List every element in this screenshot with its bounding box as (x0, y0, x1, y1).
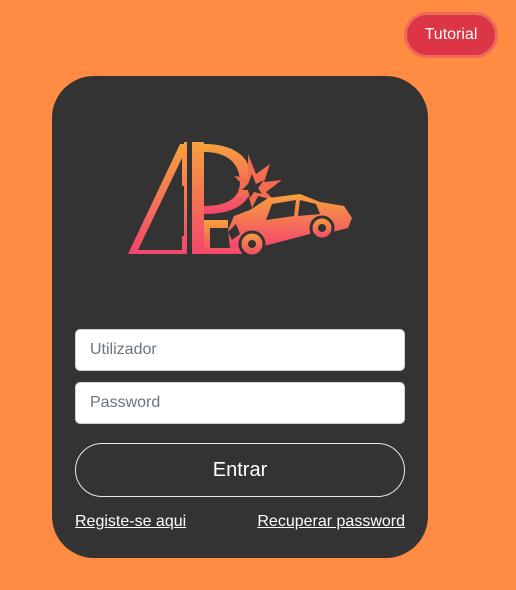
recover-password-link[interactable]: Recuperar password (257, 513, 405, 531)
password-field[interactable] (75, 382, 405, 424)
login-card: Entrar Registe-se aqui Recuperar passwor… (52, 76, 428, 558)
register-link[interactable]: Registe-se aqui (75, 513, 186, 531)
tutorial-button[interactable]: Tutorial (404, 12, 498, 58)
username-field[interactable] (75, 329, 405, 371)
accident-car-logo-icon (128, 142, 352, 258)
login-button[interactable]: Entrar (75, 443, 405, 497)
